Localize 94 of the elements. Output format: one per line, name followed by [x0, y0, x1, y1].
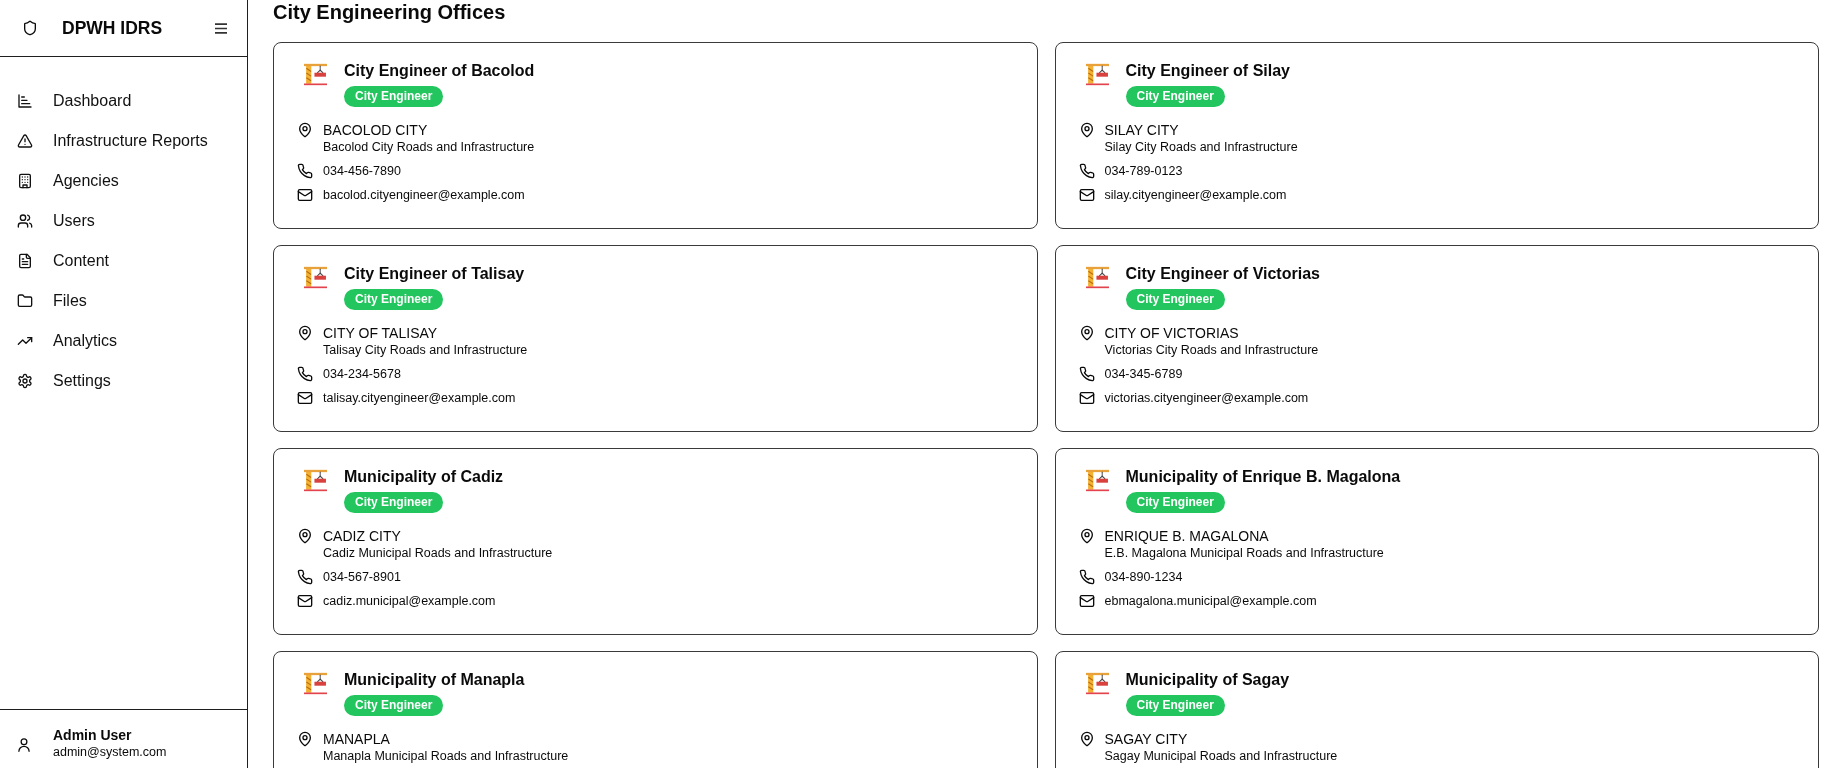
phone-number: 034-890-1234	[1104, 569, 1183, 586]
nav-link[interactable]: Dashboard	[0, 81, 247, 121]
office-name: City Engineer of Talisay	[344, 264, 525, 284]
map-pin-icon	[1078, 731, 1095, 747]
email-address: silay.cityengineer@example.com	[1104, 187, 1287, 204]
crane-icon	[304, 266, 327, 289]
email-address: victorias.cityengineer@example.com	[1104, 390, 1309, 407]
office-name: Municipality of Manapla	[344, 670, 525, 690]
users-icon	[17, 213, 33, 229]
app-title: DPWH IDRS	[62, 17, 163, 39]
nav-link[interactable]: Agencies	[0, 161, 247, 201]
office-description: Victorias City Roads and Infrastructure	[1104, 342, 1319, 359]
mail-icon	[297, 390, 313, 406]
mail-icon	[1078, 187, 1095, 203]
office-description: Talisay City Roads and Infrastructure	[323, 342, 528, 359]
phone-icon	[1078, 163, 1095, 179]
phone-icon	[297, 163, 313, 179]
crane-icon	[1085, 469, 1109, 492]
office-name: City Engineer of Bacolod	[344, 61, 535, 81]
nav-link[interactable]: Files	[0, 281, 247, 321]
location-name: MANAPLA	[323, 730, 391, 748]
phone-number: 034-456-7890	[323, 163, 401, 180]
page-title: City Engineering Offices	[273, 0, 507, 24]
document-icon	[17, 253, 33, 269]
crane-icon	[1085, 672, 1109, 695]
map-pin-icon	[1078, 122, 1095, 138]
office-description: Cadiz Municipal Roads and Infrastructure	[323, 545, 553, 562]
role-badge: City Engineer	[344, 289, 444, 310]
phone-icon	[1078, 569, 1095, 585]
user-name: Admin User	[53, 727, 133, 744]
map-pin-icon	[1078, 325, 1095, 341]
shield-icon	[22, 20, 38, 36]
location-name: ENRIQUE B. MAGALONA	[1104, 527, 1270, 545]
mail-icon	[1078, 593, 1095, 609]
role-badge: City Engineer	[1125, 695, 1225, 716]
nav-link[interactable]: Settings	[0, 361, 247, 401]
location-name: CITY OF VICTORIAS	[1104, 324, 1240, 342]
folder-icon	[17, 293, 33, 309]
nav-link[interactable]: Content	[0, 241, 247, 281]
bar-chart-icon	[17, 93, 33, 109]
user-icon	[17, 738, 31, 752]
role-badge: City Engineer	[1125, 492, 1225, 513]
mail-icon	[1078, 390, 1095, 406]
menu-icon[interactable]	[215, 22, 227, 34]
crane-icon	[1085, 266, 1109, 289]
map-pin-icon	[297, 528, 313, 544]
map-pin-icon	[297, 731, 313, 747]
location-name: SILAY CITY	[1104, 121, 1180, 139]
role-badge: City Engineer	[344, 695, 444, 716]
office-description: Bacolod City Roads and Infrastructure	[323, 139, 535, 156]
map-pin-icon	[297, 122, 313, 138]
office-description: Silay City Roads and Infrastructure	[1104, 139, 1298, 156]
nav-link[interactable]: Infrastructure Reports	[0, 121, 247, 161]
phone-number: 034-567-8901	[323, 569, 401, 586]
crane-icon	[304, 672, 327, 695]
office-description: Sagay Municipal Roads and Infrastructure	[1104, 748, 1338, 765]
office-name: Municipality of Sagay	[1125, 670, 1290, 690]
location-name: CITY OF TALISAY	[323, 324, 439, 342]
role-badge: City Engineer	[1125, 289, 1225, 310]
phone-number: 034-345-6789	[1104, 366, 1183, 383]
office-name: Municipality of Enrique B. Magalona	[1125, 467, 1401, 487]
crane-icon	[1085, 63, 1109, 86]
location-name: BACOLOD CITY	[323, 121, 429, 139]
email-address: cadiz.municipal@example.com	[323, 593, 496, 610]
role-badge: City Engineer	[344, 86, 444, 107]
role-badge: City Engineer	[344, 492, 444, 513]
mail-icon	[297, 593, 313, 609]
location-name: SAGAY CITY	[1104, 730, 1189, 748]
nav-link[interactable]: Analytics	[0, 321, 247, 361]
settings-icon	[17, 373, 33, 389]
phone-icon	[1078, 366, 1095, 382]
email-address: bacolod.cityengineer@example.com	[323, 187, 525, 204]
map-pin-icon	[297, 325, 313, 341]
office-description: Manapla Municipal Roads and Infrastructure	[323, 748, 569, 765]
warning-icon	[17, 133, 33, 149]
mail-icon	[297, 187, 313, 203]
office-description: E.B. Magalona Municipal Roads and Infrastructure	[1104, 545, 1384, 562]
role-badge: City Engineer	[1125, 86, 1225, 107]
phone-icon	[297, 366, 313, 382]
phone-icon	[297, 569, 313, 585]
crane-icon	[304, 469, 327, 492]
office-name: City Engineer of Victorias	[1125, 264, 1320, 284]
email-address: ebmagalona.municipal@example.com	[1104, 593, 1317, 610]
office-name: Municipality of Cadiz	[344, 467, 504, 487]
location-name: CADIZ CITY	[323, 527, 402, 545]
phone-number: 034-789-0123	[1104, 163, 1183, 180]
user-email: admin@system.com	[53, 744, 167, 761]
email-address: talisay.cityengineer@example.com	[323, 390, 516, 407]
nav-link[interactable]: Users	[0, 201, 247, 241]
building-icon	[17, 173, 33, 189]
map-pin-icon	[1078, 528, 1095, 544]
office-name: City Engineer of Silay	[1125, 61, 1290, 81]
phone-number: 034-234-5678	[323, 366, 401, 383]
crane-icon	[304, 63, 327, 86]
